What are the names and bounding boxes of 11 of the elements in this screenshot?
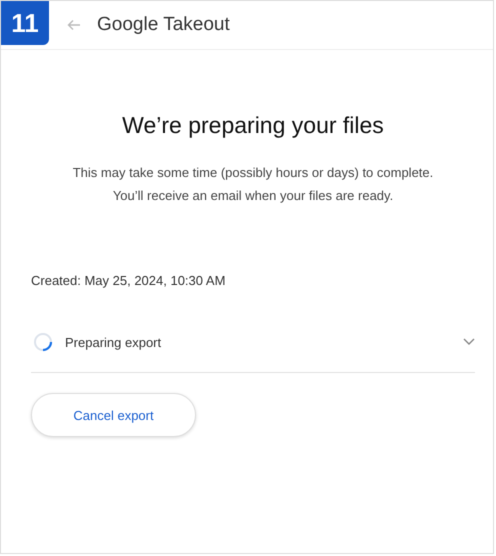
created-date: Created: May 25, 2024, 10:30 AM [31,273,226,288]
header-title: Google Takeout [97,14,230,36]
step-badge: 11 [1,1,49,45]
expand-icon[interactable] [463,338,475,346]
description-text: This may take some time (possibly hours or days) to complete. [72,165,434,180]
spinner-icon [33,332,53,352]
export-status: Preparing export [65,334,162,350]
back-button[interactable] [67,19,81,31]
description-text: You’ll receive an email when your files are ready. [112,188,394,203]
cancel-export-button[interactable]: Cancel export [31,393,196,437]
page-heading: We’re preparing your files [121,112,385,139]
